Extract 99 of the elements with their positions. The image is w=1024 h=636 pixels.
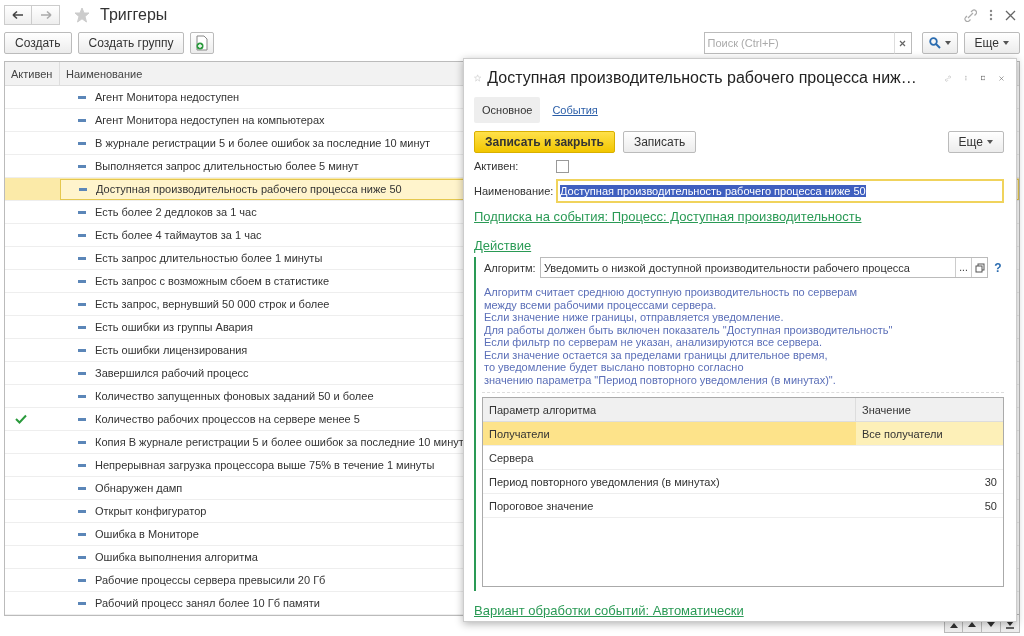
tab[interactable]: Основное [474, 97, 541, 123]
item-icon [78, 210, 86, 214]
item-icon [78, 555, 86, 559]
help-link[interactable]: ? [992, 260, 1004, 275]
item-icon [78, 233, 86, 237]
toolbar-button[interactable]: Создать [4, 32, 72, 54]
table-cell: Пороговое значение [489, 499, 594, 512]
table-cell: Есть ошибки из группы Авария [95, 321, 253, 333]
right-arrow-icon [39, 10, 52, 20]
table-cell: Доступная производительность рабочего процесса ниже 50 [96, 183, 402, 195]
table-cell: 30 [984, 475, 997, 488]
table-cell: Получатели [489, 427, 550, 440]
table-cell: Есть запрос с возможным сбоем в статистике [95, 275, 330, 287]
column-header[interactable]: Значение [856, 398, 1003, 421]
document-add-icon [195, 35, 210, 51]
table-cell: Обнаружен дамп [95, 482, 183, 494]
field-label: Алгоритм: [483, 261, 536, 274]
item-icon [78, 463, 86, 467]
item-icon [78, 279, 86, 283]
table-cell: Завершился рабочий процесс [95, 367, 249, 379]
back-button[interactable] [4, 5, 32, 25]
item-icon [78, 394, 86, 398]
caret-icon [944, 41, 951, 45]
table-cell: Есть запрос длительностью более 1 минуты [95, 252, 323, 264]
item-icon [78, 509, 86, 513]
table-cell: Агент Монитора недоступен на компьютерах [95, 114, 325, 126]
item-icon [78, 118, 86, 122]
search-button[interactable] [921, 32, 958, 54]
clear-icon [899, 39, 907, 47]
open-window-icon [974, 262, 985, 273]
table-cell: Ошибка выполнения алгоритма [95, 551, 258, 563]
column-header[interactable]: Активен [5, 62, 60, 85]
item-icon [78, 164, 86, 168]
table-cell: Количество рабочих процессов на сервере менее 5 [95, 413, 360, 425]
action-link[interactable]: Действие [474, 238, 532, 253]
item-icon [78, 532, 86, 536]
table-cell: В журнале регистрации 5 и более ошибок за последние 10 минут [95, 137, 431, 149]
search-field[interactable]: Поиск (Ctrl+F) [703, 32, 894, 54]
toolbar-button[interactable]: Создать группу [77, 32, 185, 54]
table-cell: Все получатели [862, 427, 943, 440]
table-row[interactable]: Сервера [483, 446, 1003, 470]
column-header[interactable]: Параметр алгоритма [483, 398, 856, 421]
link-icon[interactable] [964, 8, 977, 22]
table-cell: Рабочие процессы сервера превысили 20 Гб [95, 574, 326, 586]
maximize-icon[interactable] [980, 73, 985, 83]
item-icon [78, 95, 86, 99]
save-button[interactable]: Записать [622, 131, 697, 153]
window-title: Триггеры [100, 6, 168, 24]
more-button[interactable]: Еще [947, 131, 1004, 153]
item-icon [78, 141, 86, 145]
item-icon [78, 417, 86, 421]
item-icon [78, 302, 86, 306]
table-cell: Агент Монитора недоступен [95, 91, 240, 103]
table-cell: Период повторного уведомления (в минутах) [489, 475, 720, 488]
save-and-close-button[interactable]: Записать и закрыть [474, 131, 615, 153]
open-button[interactable] [971, 258, 987, 277]
table-cell: Количество запущенных фоновых заданий 50 и более [95, 390, 374, 402]
table-row[interactable]: Пороговое значение 50 [483, 494, 1003, 518]
subscription-link[interactable]: Подписка на события: Процесс: Доступная производительность [474, 209, 862, 224]
caret-icon [1003, 41, 1009, 45]
table-cell: Копия В журнале регистрации 5 и более ошибок за последние 10 минут [95, 436, 464, 448]
table-cell: Открыт конфигуратор [95, 505, 207, 517]
table-cell: Сервера [489, 451, 534, 464]
table-cell: Выполняется запрос длительностью более 5 минут [95, 160, 359, 172]
item-icon [78, 440, 86, 444]
item-icon [78, 371, 86, 375]
name-field[interactable]: Доступная производительность рабочего процесса ниже 50 [556, 179, 1004, 203]
star-icon[interactable] [74, 6, 92, 24]
table-row[interactable]: Период повторного уведомления (в минутах) 30 [483, 470, 1003, 494]
caret-icon [987, 140, 993, 144]
item-icon [79, 187, 87, 191]
table-cell: 50 [984, 499, 997, 512]
processing-link[interactable]: Вариант обработки событий: Автоматически [474, 603, 744, 618]
item-icon [78, 256, 86, 260]
item-icon [78, 578, 86, 582]
checkbox[interactable] [556, 159, 569, 173]
table-cell: Ошибка в Мониторе [95, 528, 199, 540]
item-icon [78, 486, 86, 490]
table-cell: Есть более 4 таймаутов за 1 час [95, 229, 262, 241]
search-icon [928, 37, 941, 49]
add-document-button[interactable] [190, 32, 215, 54]
description-text: Алгоритм считает среднюю доступную производительность по серверам между всеми рабочими процессами сервера. Если значение ниже границы, отправляется уведомление. Для работы должен быть включен показатель "Доступная производительность" Если фильтр по серверам не указан, анализируются все сервера. Если значение остается за пределами границы длительное время, то уведомление будет выслано повторно согласно значению параметра "Период повторного уведомления (в минутах)". [482, 286, 1004, 393]
table-cell: Непрерывная загрузка процессора выше 75% в течение 1 минуты [95, 459, 435, 471]
tab[interactable]: События [544, 97, 606, 123]
close-icon[interactable] [1005, 9, 1016, 21]
field-label: Активен: [474, 160, 520, 172]
more-button[interactable]: Еще [963, 32, 1020, 54]
table-cell: Рабочий процесс занял более 10 Гб памяти [95, 597, 320, 609]
left-arrow-icon [12, 10, 24, 20]
field-label: Наименование: [474, 185, 552, 197]
item-icon [78, 601, 86, 605]
table-cell: Есть ошибки лицензирования [95, 344, 248, 356]
table-cell: Есть запрос, вернувший 50 000 строк и более [95, 298, 330, 310]
item-icon [78, 348, 86, 352]
dialog-title: Доступная производительность рабочего процесса ниж… [487, 69, 917, 87]
more-icon[interactable] [989, 9, 993, 21]
item-icon [78, 325, 86, 329]
table-cell: Есть более 2 дедлоков за 1 час [95, 206, 257, 218]
algorithm-field[interactable]: Уведомить о низкой доступной производительности рабочего процесса ... [540, 257, 988, 278]
